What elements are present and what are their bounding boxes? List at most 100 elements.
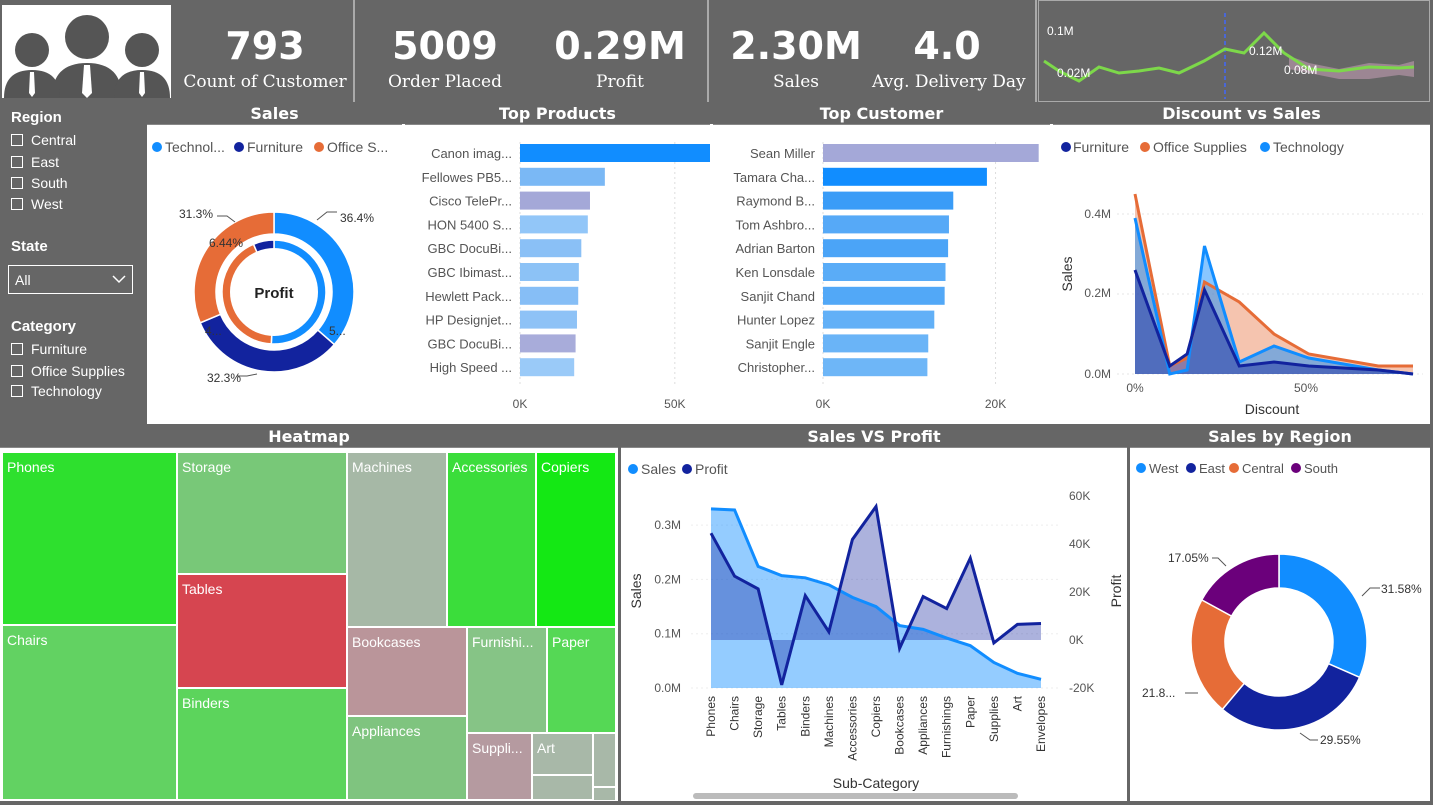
x-tick: 20K	[985, 397, 1006, 411]
checkbox[interactable]	[11, 198, 23, 210]
treemap-cell-small[interactable]	[532, 775, 593, 800]
category-option-technology[interactable]: Technology	[11, 383, 102, 399]
logo	[2, 5, 171, 98]
sparkline-label: 0.02M	[1057, 66, 1090, 80]
legend-dot	[1136, 463, 1146, 473]
legend-dot	[152, 142, 162, 152]
bar	[823, 286, 945, 305]
discount-vs-sales-header: Discount vs Sales	[1053, 103, 1430, 125]
checkbox[interactable]	[11, 343, 23, 355]
x-tick: Accessories	[845, 696, 859, 761]
slice-label: 21.8...	[1142, 686, 1175, 700]
y2-tick: -20K	[1069, 681, 1094, 695]
treemap-cell-small[interactable]	[593, 733, 616, 787]
treemap-cell-storage[interactable]: Storage	[177, 452, 347, 574]
treemap-cell-phones[interactable]: Phones	[2, 452, 177, 625]
leader-line	[1361, 587, 1380, 597]
bar-category-label: Hewlett Pack...	[425, 289, 512, 304]
sales-donut-visual[interactable]: Technol... Furniture Office S... Profit …	[147, 124, 402, 424]
sales-by-region-visual[interactable]: West East Central South 31.58% 29.55% 21…	[1130, 448, 1430, 801]
sales-profit-plot-area: 0.3M 0.2M 0.1M 0.0M 60K 40K 20K 0K -20K Phones Cha…	[654, 489, 1094, 761]
x-tick: Chairs	[728, 696, 742, 731]
donut-hole	[1225, 588, 1333, 696]
x-axis-title: Discount	[1245, 401, 1300, 417]
bar-category-label: Cisco TelePr...	[429, 194, 512, 209]
checkbox[interactable]	[11, 134, 23, 146]
bar	[823, 334, 929, 353]
bar	[823, 215, 949, 234]
bar-category-label: Canon imag...	[431, 146, 512, 161]
kpi-value: 0.29M	[554, 24, 686, 68]
treemap-cell-copiers[interactable]: Copiers	[536, 452, 616, 627]
region-option-west[interactable]: West	[11, 196, 63, 212]
sales-vs-profit-visual[interactable]: Sales Profit Sales Profit Sub-Category 0…	[621, 448, 1127, 801]
bars: 0K 50K Canon imag... Fellowes PB5... Cisco T…	[422, 142, 711, 411]
bar-category-label: Fellowes PB5...	[422, 170, 512, 185]
y-tick: 0.3M	[654, 518, 681, 532]
heatmap-visual[interactable]: Phones Chairs Storage Tables Binders Mac…	[0, 448, 618, 801]
state-dropdown[interactable]: All	[8, 265, 133, 294]
bar-category-label: Sanjit Engle	[746, 336, 815, 351]
treemap-cell-chairs[interactable]: Chairs	[2, 625, 177, 800]
chevron-down-icon	[112, 275, 126, 284]
treemap-cell-binders[interactable]: Binders	[177, 688, 347, 800]
y2-tick: 20K	[1069, 585, 1090, 599]
area-technology	[1135, 218, 1413, 374]
treemap-cell-furnishings[interactable]: Furnishi...	[467, 627, 547, 733]
top-customer-visual[interactable]: 0K 20K Sean Miller Tamara Cha... Raymond B..…	[713, 124, 1050, 424]
region-option-label: East	[31, 154, 60, 170]
kpi-value: 4.0	[913, 24, 981, 68]
discount-plot-area	[1117, 193, 1423, 376]
y-tick: 0.0M	[654, 681, 681, 695]
region-option-central[interactable]: Central	[11, 132, 76, 148]
legend-dot	[1260, 142, 1270, 152]
bar	[823, 358, 928, 377]
kpi-value: 5009	[392, 24, 498, 68]
horizontal-scrollbar[interactable]	[693, 793, 1018, 799]
category-option-label: Furniture	[31, 341, 88, 357]
sparkline-label: 0.1M	[1047, 24, 1074, 38]
checkbox[interactable]	[11, 365, 23, 377]
sales-by-region-header: Sales by Region	[1130, 426, 1430, 448]
divider	[707, 0, 709, 102]
treemap-cell-tables[interactable]: Tables	[177, 574, 347, 688]
sparkline-label: 0.08M	[1284, 63, 1317, 77]
bar-category-label: Sean Miller	[750, 146, 816, 161]
bar-category-label: Adrian Barton	[736, 241, 816, 256]
legend-label: Sales	[641, 461, 676, 477]
treemap-cell-appliances[interactable]: Appliances	[347, 716, 467, 800]
treemap-cell-accessories[interactable]: Accessories	[447, 452, 536, 627]
bar	[520, 334, 576, 353]
discount-vs-sales-chart: Furniture Office Supplies Technology Sal…	[1059, 139, 1423, 417]
leader-line	[217, 215, 236, 223]
bar-category-label: HP Designjet...	[426, 313, 512, 328]
region-option-east[interactable]: East	[11, 154, 59, 170]
discount-vs-sales-visual[interactable]: Furniture Office Supplies Technology Sal…	[1053, 124, 1430, 424]
treemap-cell-supplies[interactable]: Suppli...	[467, 733, 532, 800]
bar	[520, 310, 577, 329]
treemap-cell-machines[interactable]: Machines	[347, 452, 447, 627]
treemap-cell-small[interactable]	[593, 787, 616, 801]
region-option-south[interactable]: South	[11, 175, 68, 191]
treemap-cell-art[interactable]: Art	[532, 733, 593, 775]
people-icon	[4, 15, 170, 98]
kpi-label: Profit	[596, 72, 644, 92]
y2-tick: 60K	[1069, 489, 1090, 503]
top-products-visual[interactable]: 0K 50K Canon imag... Fellowes PB5... Cisco T…	[405, 124, 711, 424]
slice-label: 31.3%	[179, 207, 213, 221]
checkbox[interactable]	[11, 156, 23, 168]
kpi-label: Sales	[772, 72, 819, 92]
treemap-cell-paper[interactable]: Paper	[547, 627, 616, 733]
checkbox[interactable]	[11, 177, 23, 189]
bar	[520, 215, 588, 234]
x-tick: Art	[1010, 695, 1024, 711]
checkbox[interactable]	[11, 385, 23, 397]
x-tick: Machines	[822, 696, 836, 747]
category-option-office-supplies[interactable]: Office Supplies	[11, 363, 125, 379]
category-option-furniture[interactable]: Furniture	[11, 341, 87, 357]
slice-label: 17.05%	[1168, 551, 1209, 565]
leader-line	[316, 211, 337, 221]
bar	[520, 167, 605, 186]
sparkline-panel: 0.1M 0.02M 0.12M 0.08M	[1038, 0, 1430, 102]
treemap-cell-bookcases[interactable]: Bookcases	[347, 627, 467, 716]
